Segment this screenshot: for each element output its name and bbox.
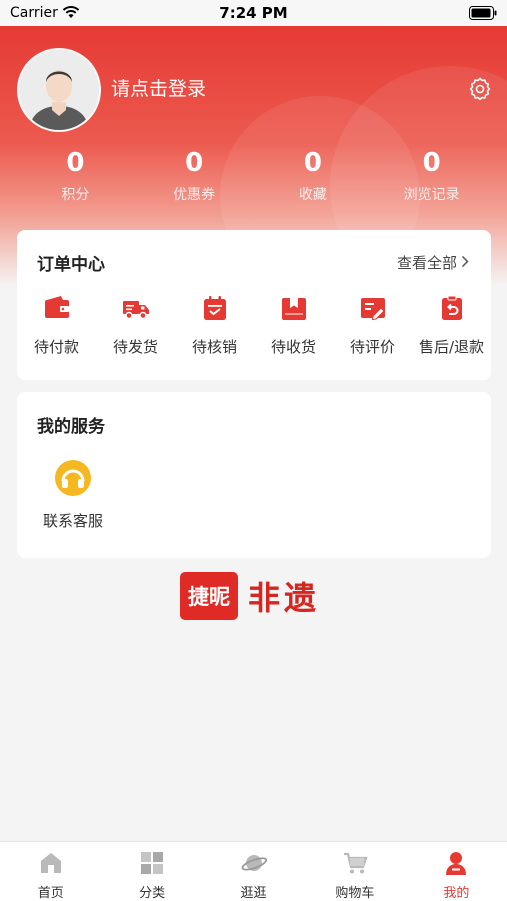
stat-value: 0 [66, 148, 85, 178]
category-icon [141, 852, 164, 874]
chevron-right-icon [461, 255, 469, 268]
tab-explore[interactable]: 逛逛 [203, 842, 304, 901]
order-item-label: 待发货 [112, 338, 158, 356]
stat-points[interactable]: 0 积分 [16, 144, 135, 214]
status-time: 7:24 PM [219, 4, 288, 22]
my-services-title: 我的服务 [37, 417, 105, 437]
wallet-icon [44, 296, 69, 318]
order-after-sales-refund[interactable]: 售后/退款 [412, 294, 491, 357]
cart-icon [343, 852, 368, 874]
order-pending-verification[interactable]: 待核销 [175, 294, 254, 357]
stat-label: 积分 [61, 187, 90, 203]
tab-profile[interactable]: 我的 [406, 842, 507, 901]
avatar[interactable] [17, 48, 101, 132]
package-icon [281, 298, 306, 320]
order-pending-review[interactable]: 待评价 [333, 294, 412, 357]
my-services-card: 我的服务 联系客服 [17, 392, 491, 558]
order-status-row: 待付款 待发货 待核销 待收货 待评价 售后/退款 [17, 294, 491, 357]
stat-label: 浏览记录 [403, 187, 460, 203]
order-item-label: 待收货 [270, 338, 316, 356]
headset-icon [55, 460, 91, 496]
tab-label: 我的 [443, 886, 470, 901]
stat-value: 0 [422, 148, 441, 178]
tab-label: 分类 [139, 886, 166, 901]
order-item-label: 售后/退款 [418, 338, 485, 356]
refund-icon [441, 295, 462, 320]
tab-label: 首页 [37, 886, 64, 901]
stat-coupons[interactable]: 0 优惠券 [135, 144, 254, 214]
truck-icon [122, 301, 149, 320]
tab-label: 逛逛 [240, 886, 267, 901]
order-center-title: 订单中心 [37, 255, 105, 275]
bottom-tab-bar: 首页 分类 逛逛 购物车 我的 [0, 841, 507, 901]
order-pending-shipment[interactable]: 待发货 [96, 294, 175, 357]
profile-icon [446, 852, 467, 875]
stat-favorites[interactable]: 0 收藏 [254, 144, 373, 214]
tab-category[interactable]: 分类 [101, 842, 202, 901]
order-item-label: 待付款 [33, 338, 79, 356]
status-bar: Carrier 7:24 PM [0, 0, 507, 26]
login-prompt[interactable]: 请点击登录 [111, 74, 206, 101]
order-pending-payment[interactable]: 待付款 [17, 294, 96, 357]
user-avatar-icon [19, 50, 99, 130]
settings-gear-icon[interactable] [468, 76, 492, 100]
brand-logo: 捷昵 [180, 572, 238, 620]
brand-name: 非遗 [248, 579, 321, 617]
tab-label: 购物车 [335, 886, 375, 901]
brand-footer: 捷昵 非遗 [180, 571, 320, 621]
service-label: 联系客服 [42, 512, 103, 530]
order-center-card: 订单中心 查看全部 待付款 待发货 待核销 待收货 待评价 售后/退款 [17, 230, 491, 380]
stat-label: 收藏 [298, 187, 327, 203]
order-pending-receipt[interactable]: 待收货 [254, 294, 333, 357]
stat-label: 优惠券 [173, 187, 216, 203]
order-item-label: 待评价 [349, 338, 395, 356]
view-all-orders-link[interactable]: 查看全部 [397, 252, 469, 273]
stat-value: 0 [303, 148, 322, 178]
planet-icon [241, 855, 267, 871]
review-icon [360, 298, 385, 321]
battery-icon [469, 6, 497, 20]
stat-value: 0 [185, 148, 204, 178]
view-all-label: 查看全部 [396, 254, 457, 272]
contact-support-button[interactable]: 联系客服 [37, 460, 109, 531]
stats-row: 0 积分 0 优惠券 0 收藏 0 浏览记录 [16, 144, 491, 214]
calendar-check-icon [203, 296, 226, 320]
tab-cart[interactable]: 购物车 [304, 842, 405, 901]
home-icon [40, 853, 61, 873]
tab-home[interactable]: 首页 [0, 842, 101, 901]
order-item-label: 待核销 [191, 338, 237, 356]
stat-history[interactable]: 0 浏览记录 [372, 144, 491, 214]
